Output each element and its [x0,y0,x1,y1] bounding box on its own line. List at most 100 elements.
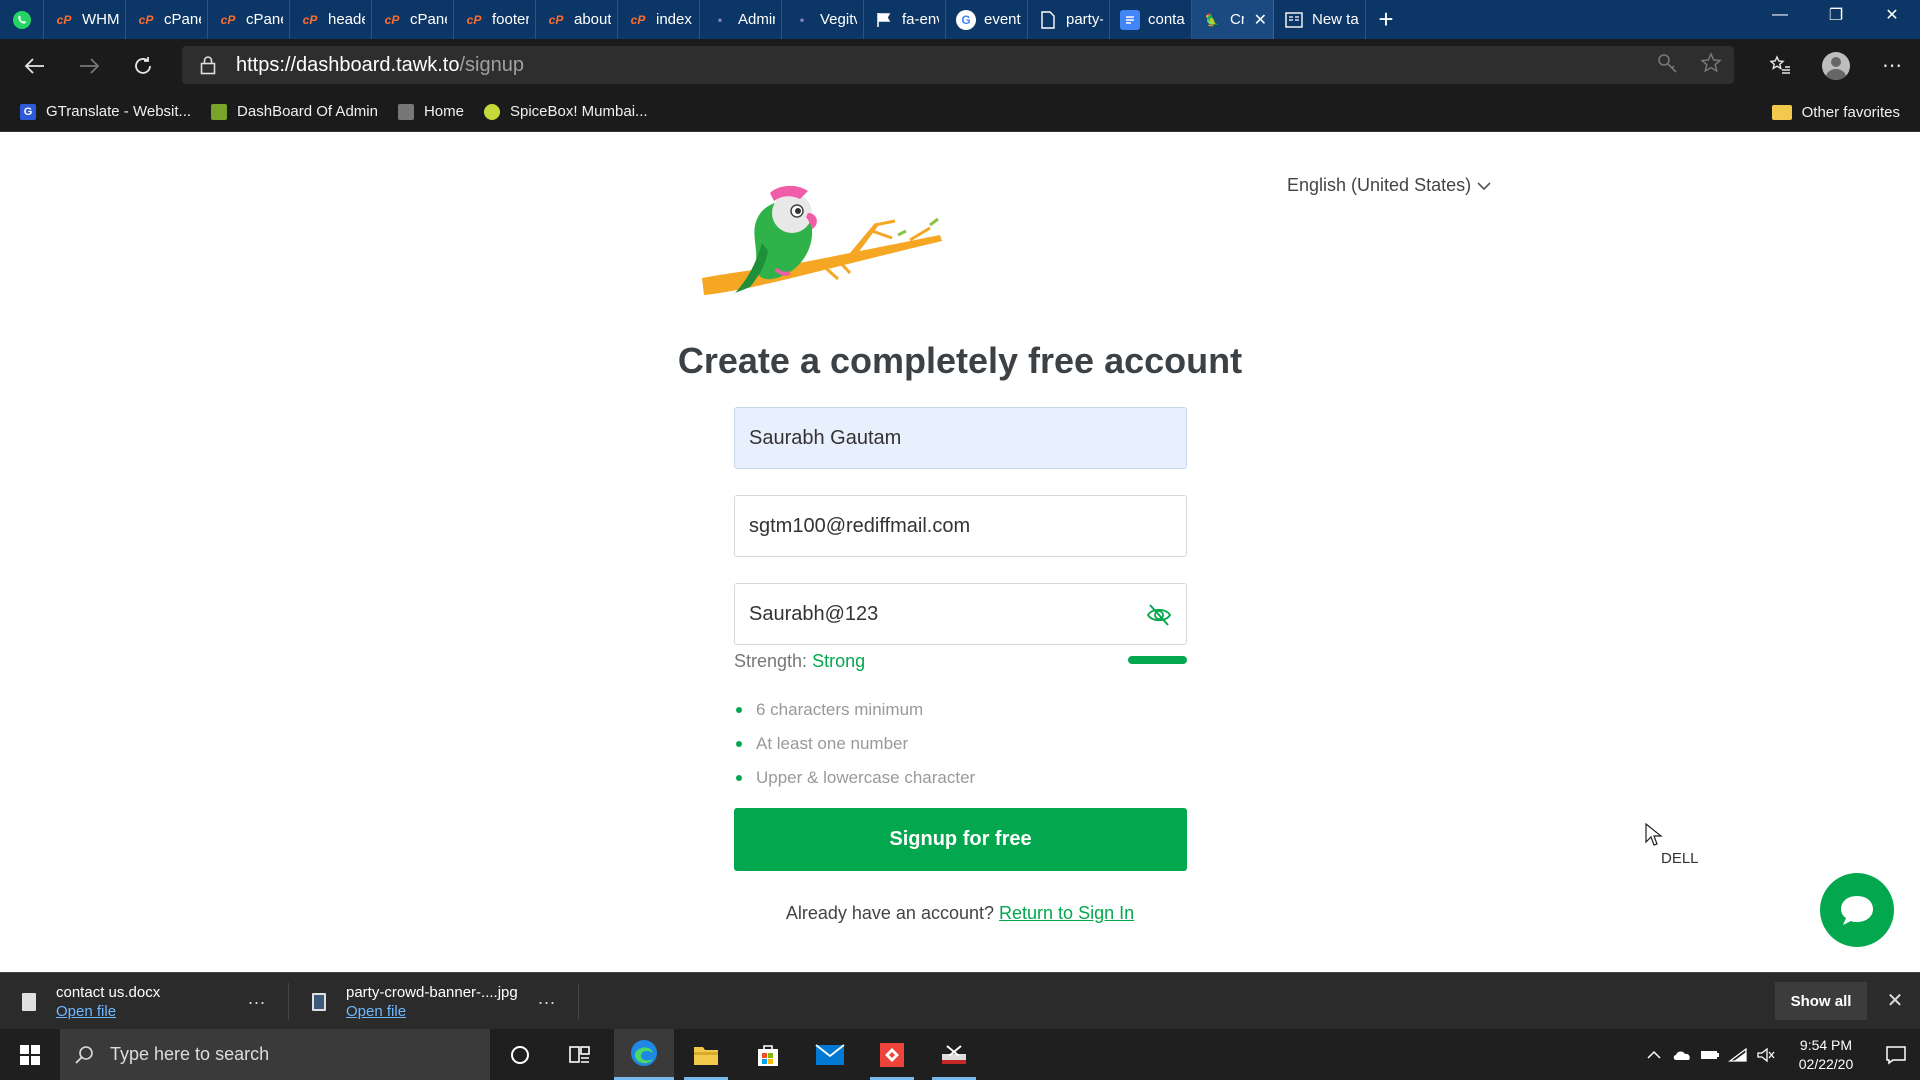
browser-tab-strip: cP WHM [I cP cPanel - cP cPanel F cP header.… [0,0,1920,39]
download-item[interactable]: contact us.docx Open file ... [22,973,272,1030]
chevron-up-icon[interactable] [1640,1029,1668,1080]
bullet-icon [736,741,742,747]
mouse-cursor-icon [1645,823,1663,846]
tab-about[interactable]: cP about.p [536,0,618,39]
newtab-icon [1284,10,1304,30]
snipping-tool-icon[interactable] [924,1029,984,1080]
other-favorites[interactable]: Other favorites [1771,92,1900,132]
store-icon[interactable] [738,1029,798,1080]
download-item[interactable]: party-crowd-banner-....jpg Open file ... [312,973,562,1030]
refresh-icon[interactable] [116,39,170,92]
favorite-dashboard-admin[interactable]: DashBoard Of Admin [211,103,378,120]
tab-index[interactable]: cP index.pl [618,0,700,39]
tab-event[interactable]: Gevent p [946,0,1028,39]
task-view-icon[interactable] [550,1029,610,1080]
email-value: sgtm100@rediffmail.com [749,514,971,537]
open-file-link[interactable]: Open file [346,1003,518,1020]
eye-off-icon[interactable] [1146,602,1172,628]
file-explorer-icon[interactable] [676,1029,736,1080]
tab-new-tab[interactable]: New tal [1274,0,1366,39]
tab-fa-envelope[interactable]: fa-enve [864,0,946,39]
more-icon[interactable]: ... [248,988,266,1009]
signin-link[interactable]: Return to Sign In [999,903,1134,923]
tab-admin[interactable]: • Admin ( [700,0,782,39]
flag-icon [874,10,894,30]
favorite-spicebox[interactable]: SpiceBox! Mumbai... [483,103,648,120]
language-selector[interactable]: English (United States) [1287,175,1491,196]
favorites-icon[interactable] [1752,39,1808,92]
name-field[interactable]: Saurabh Gautam [734,407,1187,469]
image-file-icon [312,992,326,1011]
favorite-gtranslate[interactable]: G GTranslate - Websit... [20,103,191,120]
wifi-icon[interactable] [1724,1029,1752,1080]
requirement-text: 6 characters minimum [756,700,924,719]
tab-cpanel-file[interactable]: cP cPanel F [208,0,290,39]
home-site-icon [397,103,414,120]
anydesk-icon[interactable] [862,1029,922,1080]
tab-whatsapp[interactable] [0,0,44,39]
restore-icon[interactable]: ❐ [1808,0,1864,30]
tab-tawk-signup[interactable]: 🦜 Cre ✕ [1192,0,1274,39]
favorites-bar: G GTranslate - Websit... DashBoard Of Adm… [0,92,1920,132]
forward-icon[interactable] [62,39,116,92]
tab-title: cPanel - [164,11,201,28]
cpanel-icon: cP [630,12,646,27]
cortana-icon[interactable] [490,1029,550,1080]
strength-label: Strength: [734,651,808,671]
close-icon[interactable]: ✕ [1254,10,1267,30]
window-controls: — ❐ ✕ [1752,0,1920,39]
more-options-icon[interactable]: ⋯ [1864,39,1920,92]
close-icon[interactable]: ✕ [1880,985,1910,1015]
password-strength: Strength: Strong [734,651,865,672]
chat-widget-button[interactable] [1820,873,1894,947]
tab-footer[interactable]: cP footer.p [454,0,536,39]
email-field[interactable]: sgtm100@rediffmail.com [734,495,1187,557]
tab-whm[interactable]: cP WHM [I [44,0,126,39]
minimize-icon[interactable]: — [1752,0,1808,30]
tab-party[interactable]: party-cr [1028,0,1110,39]
password-field[interactable]: Saurabh@123 [734,583,1187,645]
site-icon: • [799,12,805,27]
cpanel-icon: cP [220,12,236,27]
system-clock[interactable]: 9:54 PM 02/22/20 [1780,1036,1872,1074]
back-icon[interactable] [8,39,62,92]
tab-title: header. [328,11,365,28]
tab-title: cPanel F [410,11,447,28]
docs-icon [1120,9,1140,30]
dell-overlay-text: DELL [1661,850,1699,867]
close-window-icon[interactable]: ✕ [1864,0,1920,30]
new-tab-button[interactable]: + [1366,0,1406,39]
signup-button[interactable]: Signup for free [734,808,1187,871]
more-icon[interactable]: ... [538,988,556,1009]
download-filename: contact us.docx [56,983,161,1001]
tab-cpanel-file-2[interactable]: cP cPanel F [372,0,454,39]
tab-cpanel[interactable]: cP cPanel - [126,0,208,39]
address-bar[interactable]: https://dashboard.tawk.to/signup [182,46,1734,84]
downloads-bar: contact us.docx Open file ... party-crow… [0,972,1920,1029]
tab-contact[interactable]: contact [1110,0,1192,39]
profile-avatar[interactable] [1808,39,1864,92]
start-button[interactable] [0,1029,60,1080]
show-all-button[interactable]: Show all [1775,982,1867,1020]
clock-date: 02/22/20 [1798,1055,1854,1072]
tab-title: fa-enve [902,11,939,28]
requirement-text: At least one number [756,734,909,753]
key-icon[interactable] [1656,52,1678,79]
edge-browser-icon[interactable] [614,1029,674,1080]
tab-header[interactable]: cP header. [290,0,372,39]
star-icon[interactable] [1700,51,1722,79]
notification-icon[interactable] [1872,1029,1920,1080]
password-value: Saurabh@123 [749,602,879,625]
url-text: https://dashboard.tawk.to/signup [236,54,524,77]
browser-toolbar: https://dashboard.tawk.to/signup ⋯ [0,39,1920,92]
open-file-link[interactable]: Open file [56,1003,160,1020]
favorite-home[interactable]: Home [397,103,464,120]
mail-icon[interactable] [800,1029,860,1080]
already-text: Already have an account? [785,903,995,923]
tab-vegitva[interactable]: • Vegitva [782,0,864,39]
volume-muted-icon[interactable] [1752,1029,1780,1080]
onedrive-icon[interactable] [1668,1029,1696,1080]
document-icon [22,992,36,1011]
battery-icon[interactable] [1696,1029,1724,1080]
taskbar-search[interactable]: Type here to search [60,1029,490,1080]
